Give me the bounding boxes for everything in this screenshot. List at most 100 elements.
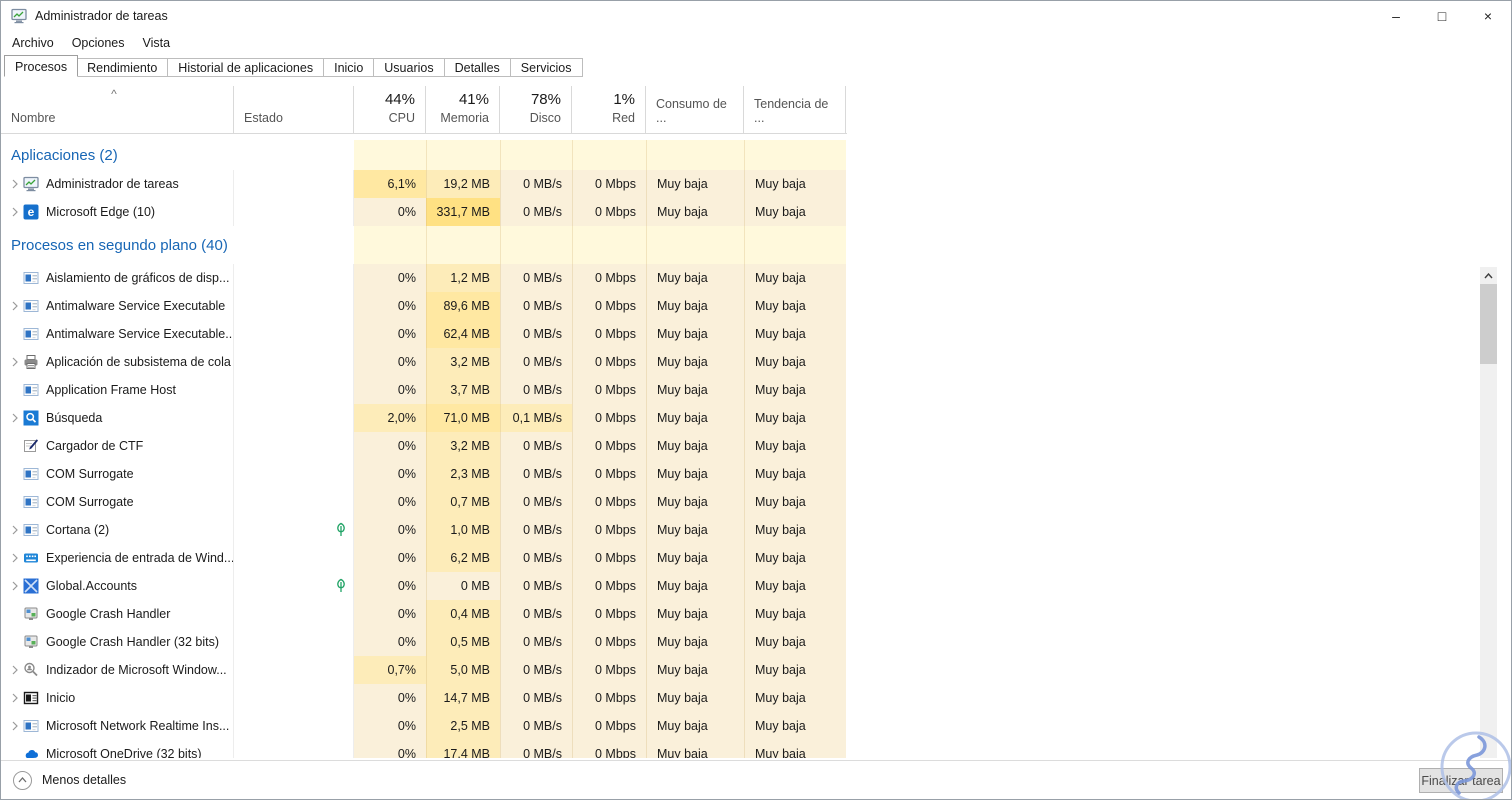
table-row[interactable]: Microsoft Network Realtime Ins... 0% 2,5 M… [1, 712, 847, 740]
expand-chevron-icon[interactable] [7, 522, 23, 538]
expand-chevron-icon[interactable] [7, 204, 23, 220]
expand-chevron-icon[interactable] [7, 662, 23, 678]
expand-chevron-icon[interactable] [7, 690, 23, 706]
column-header-cpu[interactable]: 44% CPU [354, 86, 426, 133]
scroll-thumb[interactable] [1480, 284, 1497, 364]
minimize-button[interactable]: – [1373, 1, 1419, 31]
table-row[interactable]: Antimalware Service Executable... 0% 62,4 … [1, 320, 847, 348]
column-header-net[interactable]: 1% Red [572, 86, 646, 133]
expand-chevron-icon[interactable] [7, 718, 23, 734]
tab-historial-de-aplicaciones[interactable]: Historial de aplicaciones [168, 58, 325, 77]
power-cell: Muy baja [646, 348, 744, 376]
net-cell: 0 Mbps [572, 292, 646, 320]
svg-text:e: e [28, 205, 35, 219]
edge-icon: e [23, 204, 39, 220]
column-total-net: 1% [613, 91, 635, 108]
menu-item-archivo[interactable]: Archivo [3, 33, 63, 53]
table-row[interactable]: Indizador de Microsoft Window... 0,7% 5,0 … [1, 656, 847, 684]
tab-detalles[interactable]: Detalles [444, 58, 511, 77]
column-header-mem[interactable]: 41% Memoria [426, 86, 500, 133]
expand-chevron-icon[interactable] [7, 578, 23, 594]
status-cell [234, 712, 354, 740]
column-header-trend[interactable]: Tendencia de ... [744, 86, 846, 133]
column-header-name[interactable]: Nombre [1, 86, 234, 133]
process-name: Microsoft Network Realtime Ins... [46, 719, 230, 733]
table-row[interactable]: Experiencia de entrada de Wind... 0% 6,2 M… [1, 544, 847, 572]
tab-usuarios[interactable]: Usuarios [374, 58, 445, 77]
expand-chevron-icon[interactable] [7, 176, 23, 192]
net-cell: 0 Mbps [572, 516, 646, 544]
expand-chevron-icon[interactable] [7, 550, 23, 566]
table-row[interactable]: Antimalware Service Executable 0% 89,6 MB 0… [1, 292, 847, 320]
trend-cell: Muy baja [744, 198, 846, 226]
scroll-up-button[interactable] [1480, 267, 1497, 284]
power-cell: Muy baja [646, 320, 744, 348]
expand-chevron-icon[interactable] [7, 354, 23, 370]
cpu-cell: 6,1% [354, 170, 426, 198]
expand-chevron-icon[interactable] [7, 298, 23, 314]
column-header-disk[interactable]: 78% Disco [500, 86, 572, 133]
column-header-power[interactable]: Consumo de ... [646, 86, 744, 133]
tab-servicios[interactable]: Servicios [510, 58, 583, 77]
trend-cell: Muy baja [744, 292, 846, 320]
maximize-button[interactable]: □ [1419, 1, 1465, 31]
scrollbar[interactable] [1480, 267, 1497, 758]
mem-cell: 3,2 MB [426, 348, 500, 376]
cpu-cell: 0% [354, 684, 426, 712]
crash-icon [23, 606, 39, 622]
table-row[interactable]: Application Frame Host 0% 3,7 MB 0 MB/s 0 Mb… [1, 376, 847, 404]
table-row[interactable]: COM Surrogate 0% 2,3 MB 0 MB/s 0 Mbps Muy baj… [1, 460, 847, 488]
table-row[interactable]: Inicio 0% 14,7 MB 0 MB/s 0 Mbps Muy baja Muy b… [1, 684, 847, 712]
tab-procesos[interactable]: Procesos [4, 55, 79, 77]
status-cell [234, 292, 354, 320]
table-row[interactable]: Google Crash Handler (32 bits) 0% 0,5 MB 0 … [1, 628, 847, 656]
disk-cell: 0 MB/s [500, 460, 572, 488]
table-row[interactable]: COM Surrogate 0% 0,7 MB 0 MB/s 0 Mbps Muy baj… [1, 488, 847, 516]
menu-bar: Archivo Opciones Vista [1, 31, 1511, 54]
chevron-placeholder [7, 746, 23, 758]
menu-item-opciones[interactable]: Opciones [63, 33, 134, 53]
cpu-cell: 0,7% [354, 656, 426, 684]
window-icon [23, 326, 39, 342]
table-row[interactable]: Búsqueda 2,0% 71,0 MB 0,1 MB/s 0 Mbps Muy baj… [1, 404, 847, 432]
table-row[interactable]: e Microsoft Edge (10) 0% 331,7 MB 0 MB/s 0 Mb… [1, 198, 847, 226]
table-row[interactable]: Google Crash Handler 0% 0,4 MB 0 MB/s 0 Mbps… [1, 600, 847, 628]
column-header-status[interactable]: Estado [234, 86, 354, 133]
window-icon [23, 466, 39, 482]
process-group-header[interactable]: Aplicaciones (2) [1, 140, 847, 170]
pen-icon [23, 438, 39, 454]
menu-item-vista[interactable]: Vista [134, 33, 180, 53]
expand-chevron-icon[interactable] [7, 410, 23, 426]
table-row[interactable]: Aislamiento de gráficos de disp... 0% 1,2 … [1, 264, 847, 292]
column-label-trend: Tendencia de ... [754, 97, 829, 125]
power-cell: Muy baja [646, 684, 744, 712]
group-net-cell [572, 140, 646, 170]
table-row[interactable]: Cargador de CTF 0% 3,2 MB 0 MB/s 0 Mbps Muy b… [1, 432, 847, 460]
window-title: Administrador de tareas [35, 9, 168, 23]
tab-rendimiento[interactable]: Rendimiento [77, 58, 169, 77]
trend-cell: Muy baja [744, 740, 846, 758]
process-name: Cargador de CTF [46, 439, 144, 453]
table-row[interactable]: Microsoft OneDrive (32 bits) 0% 17,4 MB 0 M… [1, 740, 847, 758]
chevron-placeholder [7, 634, 23, 650]
table-row[interactable]: Cortana (2) 0% 1,0 MB 0 MB/s 0 Mbps Muy baja M… [1, 516, 847, 544]
table-row[interactable]: Global.Accounts 0% 0 MB 0 MB/s 0 Mbps Muy baj… [1, 572, 847, 600]
power-cell: Muy baja [646, 740, 744, 758]
process-name-cell: Global.Accounts [1, 572, 234, 600]
power-cell: Muy baja [646, 544, 744, 572]
column-label-mem: Memoria [440, 111, 489, 125]
cpu-cell: 0% [354, 628, 426, 656]
cpu-cell: 0% [354, 198, 426, 226]
table-row[interactable]: Administrador de tareas 6,1% 19,2 MB 0 MB/s… [1, 170, 847, 198]
process-group-header[interactable]: Procesos en segundo plano (40) [1, 226, 847, 264]
net-cell: 0 Mbps [572, 320, 646, 348]
chevron-placeholder [7, 326, 23, 342]
mem-cell: 1,0 MB [426, 516, 500, 544]
table-row[interactable]: Aplicación de subsistema de cola 0% 3,2 MB… [1, 348, 847, 376]
status-cell [234, 600, 354, 628]
end-task-button[interactable]: Finalizar tarea [1419, 768, 1503, 793]
less-details-button[interactable]: Menos detalles [13, 770, 126, 790]
tab-strip: Procesos Rendimiento Historial de aplicaci… [4, 55, 583, 77]
close-button[interactable]: × [1465, 1, 1511, 31]
tab-inicio[interactable]: Inicio [324, 58, 375, 77]
